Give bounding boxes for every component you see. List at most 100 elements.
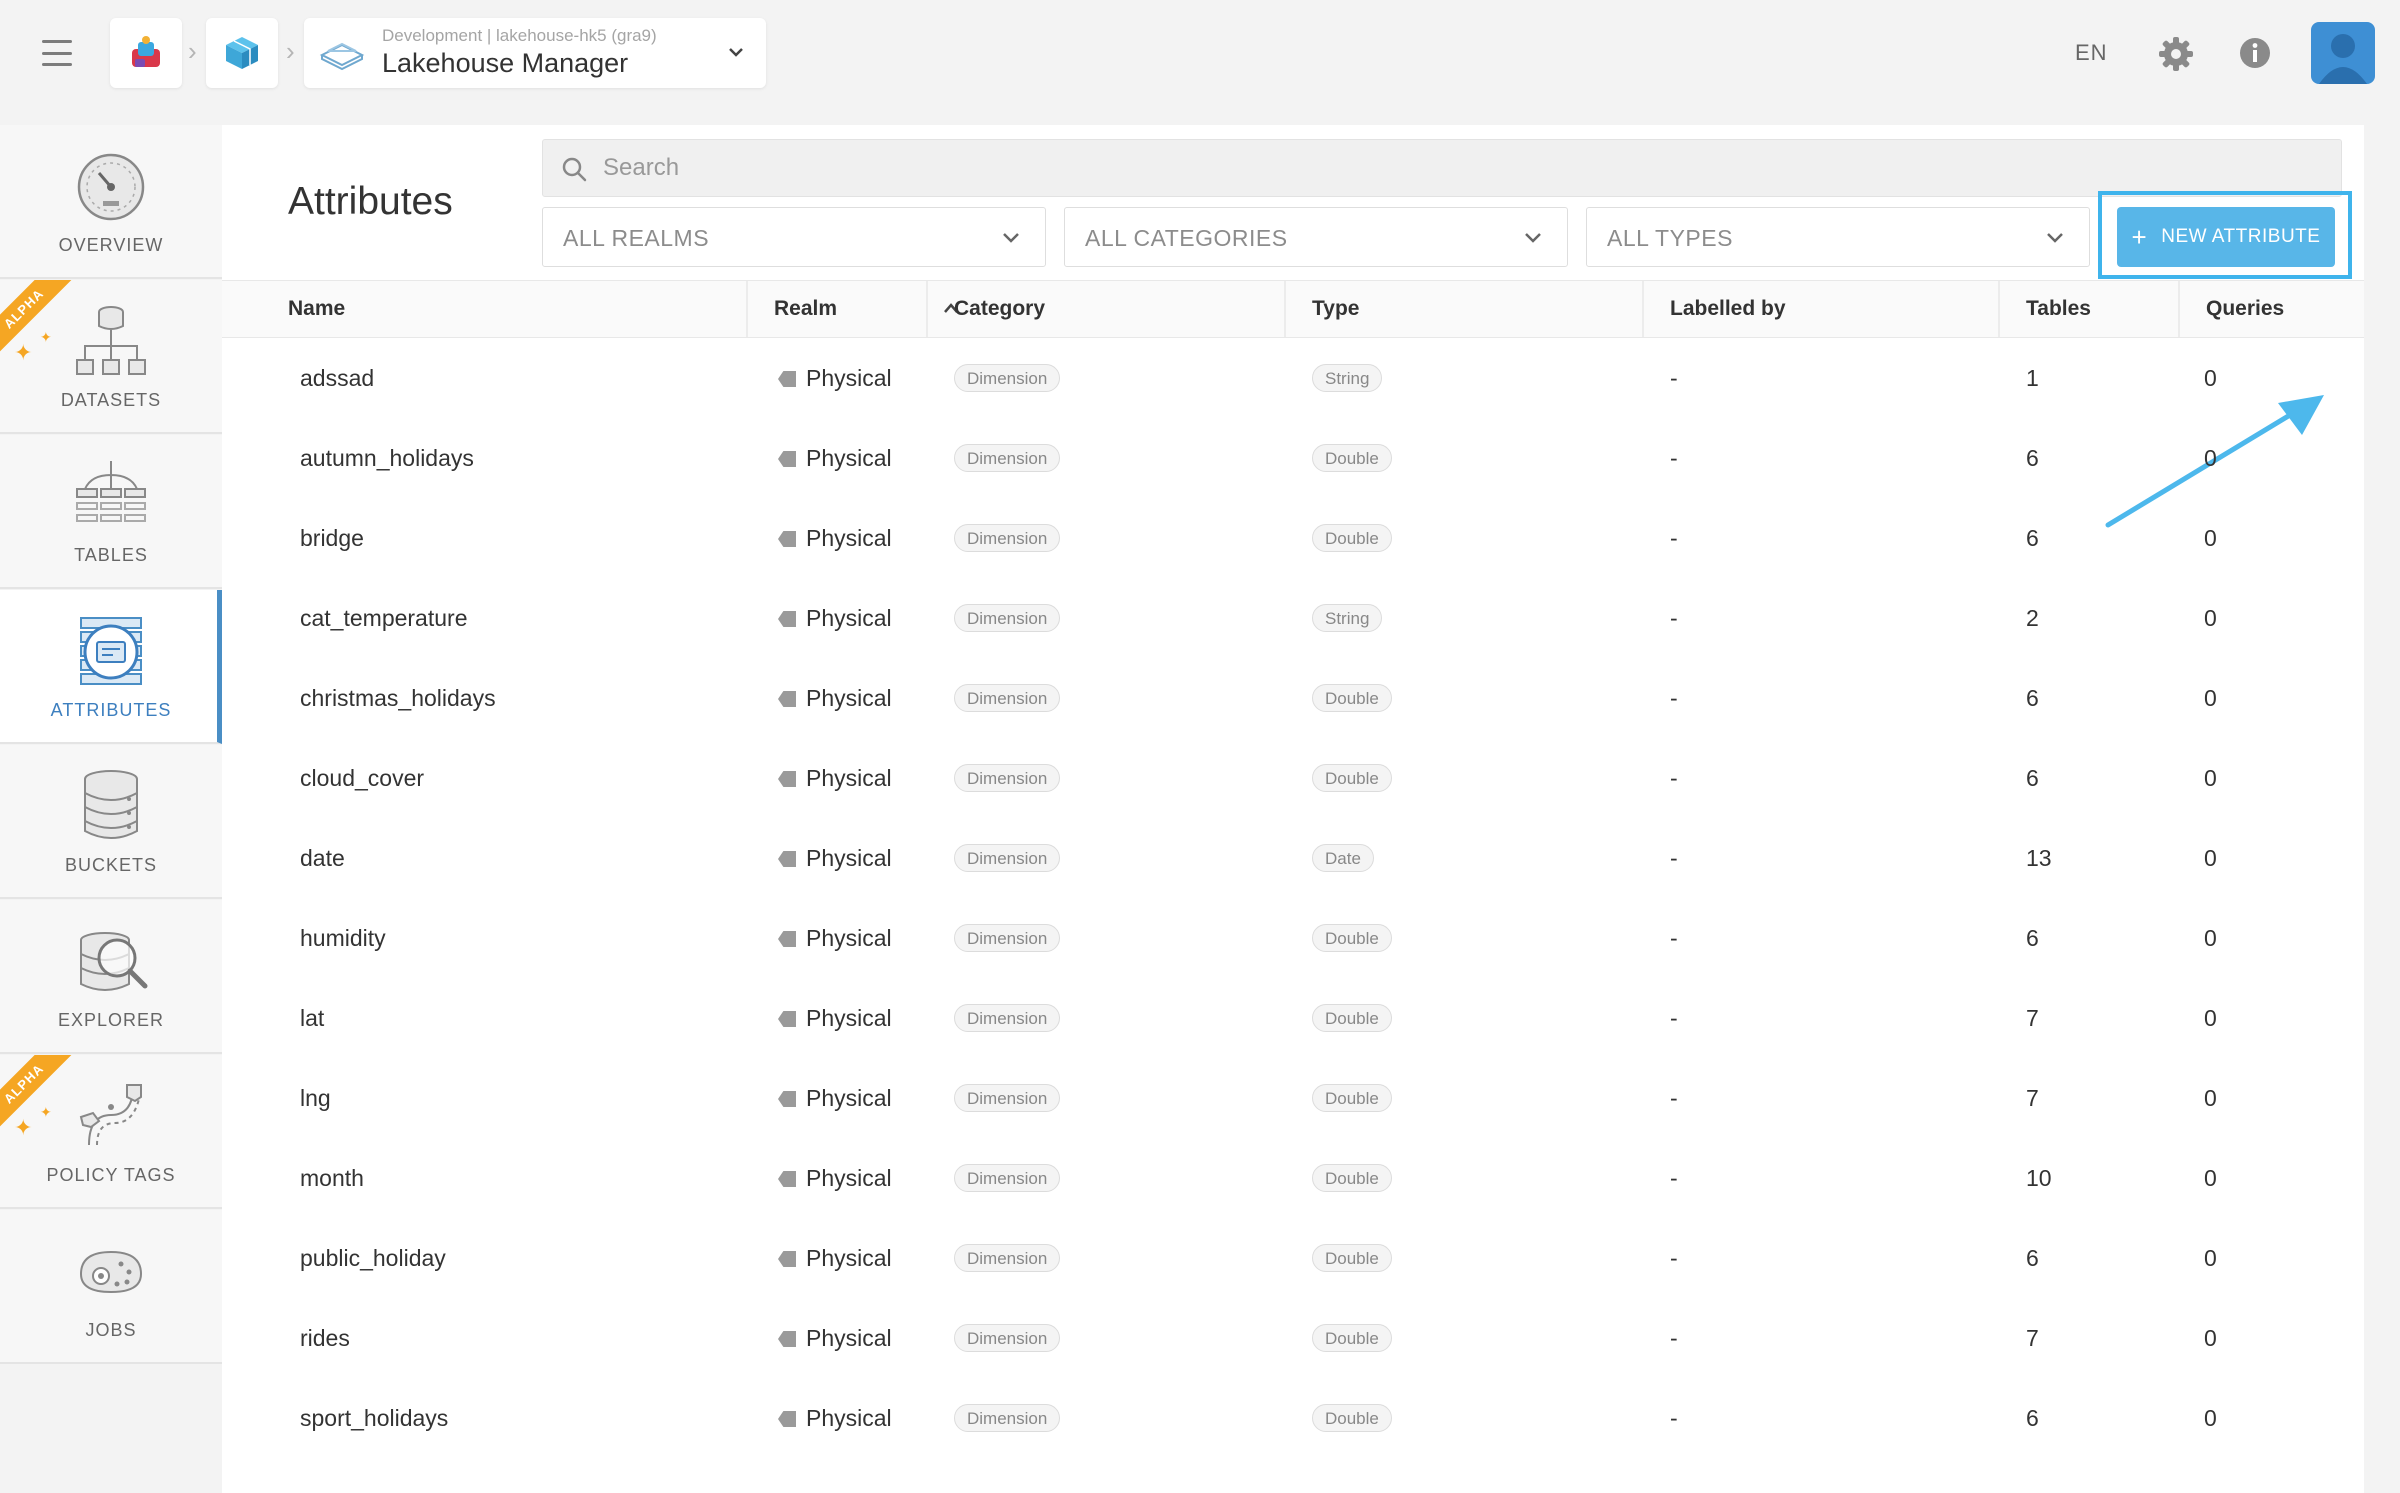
column-header-label: Type xyxy=(1312,297,1360,320)
table-row[interactable]: adssad Physical Dimension String - 1 0 xyxy=(222,338,2364,418)
cell-category: Dimension xyxy=(954,658,1061,738)
tag-icon xyxy=(778,1171,796,1187)
sparkle-icon: ✦ xyxy=(14,1115,33,1140)
plus-icon: + xyxy=(2131,222,2148,252)
table-row[interactable]: public_holiday Physical Dimension Double - 6 0 xyxy=(222,1218,2364,1298)
sparkle-icon: ✦ xyxy=(40,1104,52,1120)
column-header-labelled-by[interactable]: Labelled by xyxy=(1642,281,1998,337)
sidebar-item-jobs[interactable]: JOBS xyxy=(0,1210,222,1364)
new-attribute-button[interactable]: + NEW ATTRIBUTE xyxy=(2117,207,2335,267)
tag-icon xyxy=(778,931,796,947)
chevron-down-icon xyxy=(2047,233,2063,243)
page-title: Attributes xyxy=(288,180,453,223)
category-badge: Dimension xyxy=(954,764,1061,792)
table-row[interactable]: lat Physical Dimension Double - 7 0 xyxy=(222,978,2364,1058)
search-input[interactable] xyxy=(603,140,2323,196)
sidebar-item-tables[interactable]: TABLES xyxy=(0,435,222,589)
realm-label: Physical xyxy=(806,845,892,871)
gear-icon[interactable] xyxy=(2158,36,2194,72)
alpha-badge: ALPHA xyxy=(0,1055,76,1136)
sidebar-item-attributes[interactable]: ATTRIBUTES xyxy=(0,590,222,744)
cell-realm: Physical xyxy=(778,578,892,658)
cell-labelled-by: - xyxy=(1670,1325,1678,1351)
category-badge: Dimension xyxy=(954,444,1061,472)
table-row[interactable]: humidity Physical Dimension Double - 6 0 xyxy=(222,898,2364,978)
sidebar-item-buckets[interactable]: BUCKETS xyxy=(0,745,222,899)
menu-icon[interactable] xyxy=(42,40,72,66)
category-filter-dropdown[interactable]: ALL CATEGORIES xyxy=(1064,207,1568,267)
realm-label: Physical xyxy=(806,1005,892,1031)
tag-icon xyxy=(778,371,796,387)
tag-icon xyxy=(778,531,796,547)
cell-name: sport_holidays xyxy=(300,1405,449,1431)
home-logo-button[interactable] xyxy=(110,18,182,88)
cell-type: Double xyxy=(1312,1378,1392,1458)
table-row[interactable]: autumn_holidays Physical Dimension Double - 6… xyxy=(222,418,2364,498)
cell-realm: Physical xyxy=(778,338,892,418)
category-badge: Dimension xyxy=(954,364,1061,392)
breadcrumb-project-button[interactable] xyxy=(206,18,278,88)
cell-type: Double xyxy=(1312,1058,1392,1138)
column-header-tables[interactable]: Tables xyxy=(1998,281,2178,337)
category-badge: Dimension xyxy=(954,684,1061,712)
breadcrumb-separator: › xyxy=(188,36,197,66)
table-row[interactable]: lng Physical Dimension Double - 7 0 xyxy=(222,1058,2364,1138)
cell-realm: Physical xyxy=(778,818,892,898)
table-row[interactable]: month Physical Dimension Double - 10 0 xyxy=(222,1138,2364,1218)
cell-realm: Physical xyxy=(778,738,892,818)
cell-category: Dimension xyxy=(954,578,1061,658)
table-row[interactable]: cat_temperature Physical Dimension String - 2… xyxy=(222,578,2364,658)
cell-tables: 1 xyxy=(2026,365,2039,391)
type-filter-dropdown[interactable]: ALL TYPES xyxy=(1586,207,2090,267)
cell-labelled-by: - xyxy=(1670,925,1678,951)
realm-filter-label: ALL REALMS xyxy=(563,225,710,251)
cell-name: cloud_cover xyxy=(300,765,425,791)
cell-queries: 0 xyxy=(2204,765,2217,791)
sidebar-item-datasets[interactable]: DATASETS ALPHA ✦ ✦ xyxy=(0,280,222,434)
sidebar-item-overview[interactable]: OVERVIEW xyxy=(0,125,222,279)
tag-icon xyxy=(778,611,796,627)
cell-name: bridge xyxy=(300,525,364,551)
type-badge: Date xyxy=(1312,844,1374,872)
search-box[interactable] xyxy=(542,139,2342,197)
category-badge: Dimension xyxy=(954,924,1061,952)
table-row[interactable]: sport_holidays Physical Dimension Double - 6 0 xyxy=(222,1378,2364,1458)
type-badge: String xyxy=(1312,364,1383,392)
sidebar-item-explorer[interactable]: EXPLORER xyxy=(0,900,222,1054)
app-logo-icon xyxy=(132,36,160,67)
type-badge: Double xyxy=(1312,1324,1392,1352)
column-header-queries[interactable]: Queries xyxy=(2178,281,2364,337)
column-header-type[interactable]: Type xyxy=(1284,281,1642,337)
table-row[interactable]: christmas_holidays Physical Dimension Doubl… xyxy=(222,658,2364,738)
sidebar-item-policy-tags[interactable]: POLICY TAGS ALPHA ✦ ✦ xyxy=(0,1055,222,1209)
cell-queries: 0 xyxy=(2204,1405,2217,1431)
chevron-down-icon xyxy=(1003,233,1019,243)
cell-name: public_holiday xyxy=(300,1245,446,1271)
sidebar-nav: OVERVIEW DATASETS ALPHA ✦ ✦ TABLES ATTRI… xyxy=(0,125,222,1364)
cell-tables: 6 xyxy=(2026,445,2039,471)
table-row[interactable]: cloud_cover Physical Dimension Double - 6 0 xyxy=(222,738,2364,818)
tag-icon xyxy=(778,691,796,707)
cell-name: date xyxy=(300,845,345,871)
column-header-realm[interactable]: Realm xyxy=(746,281,926,337)
realm-filter-dropdown[interactable]: ALL REALMS xyxy=(542,207,1046,267)
language-selector[interactable]: EN xyxy=(2075,40,2108,66)
sidebar-item-label: ATTRIBUTES xyxy=(50,700,172,720)
column-header-category[interactable]: Category xyxy=(926,281,1284,337)
user-avatar[interactable] xyxy=(2311,22,2375,84)
table-row[interactable]: date Physical Dimension Date - 13 0 xyxy=(222,818,2364,898)
category-badge: Dimension xyxy=(954,1404,1061,1432)
breadcrumb-current-dropdown[interactable]: Development | lakehouse-hk5 (gra9) Lakeh… xyxy=(304,18,766,88)
realm-label: Physical xyxy=(806,765,892,791)
sidebar-item-label: TABLES xyxy=(74,545,148,565)
type-badge: Double xyxy=(1312,1244,1392,1272)
type-badge: String xyxy=(1312,604,1383,632)
new-attribute-label: NEW ATTRIBUTE xyxy=(2161,226,2321,247)
type-badge: Double xyxy=(1312,764,1392,792)
type-badge: Double xyxy=(1312,1164,1392,1192)
cell-realm: Physical xyxy=(778,1218,892,1298)
table-row[interactable]: rides Physical Dimension Double - 7 0 xyxy=(222,1298,2364,1378)
info-icon[interactable] xyxy=(2238,36,2272,70)
type-badge: Double xyxy=(1312,684,1392,712)
table-row[interactable]: bridge Physical Dimension Double - 6 0 xyxy=(222,498,2364,578)
